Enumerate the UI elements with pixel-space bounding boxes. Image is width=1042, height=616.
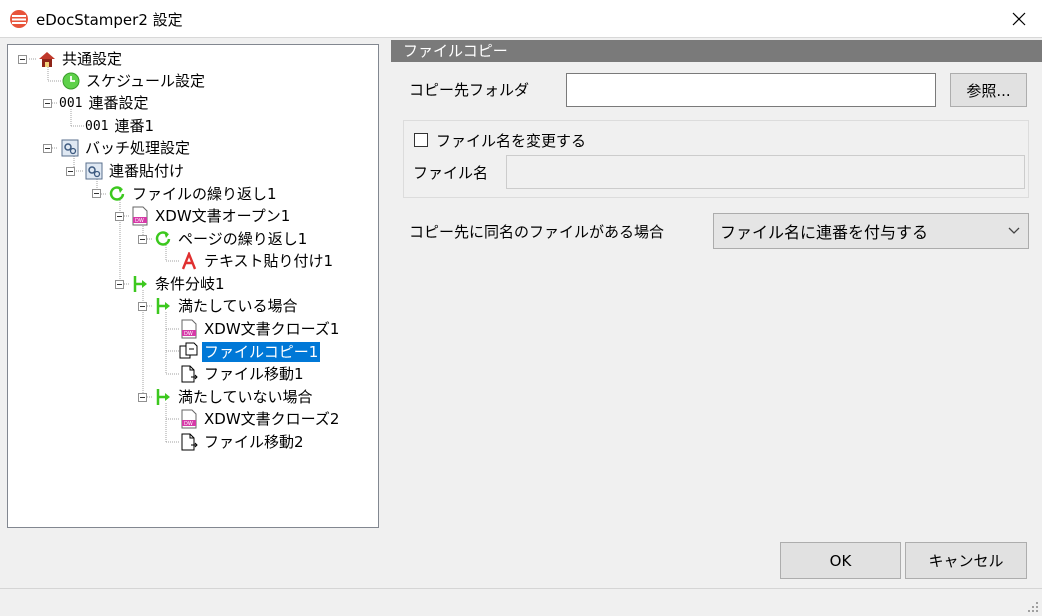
file-move-icon — [179, 364, 199, 384]
conflict-select[interactable]: ファイル名に連番を付与する — [713, 213, 1029, 249]
number-icon: 001 — [59, 95, 83, 111]
tree-item-label: ファイル移動1 — [204, 365, 304, 383]
tree-item-condition-false[interactable]: 満たしていない場合 — [153, 386, 315, 408]
number-icon: 001 — [85, 118, 109, 134]
tree-item-condition-branch[interactable]: 条件分岐1 — [130, 273, 227, 295]
tree-item-label: XDW文書オープン1 — [155, 207, 291, 225]
svg-text:DW: DW — [135, 218, 144, 224]
tree-item-label: 連番貼付け — [109, 162, 185, 180]
file-copy-icon — [179, 342, 199, 362]
tree-item-file-loop[interactable]: ファイルの繰り返し1 — [107, 183, 279, 205]
cancel-button[interactable]: キャンセル — [905, 542, 1027, 579]
panel-header: ファイルコピー — [391, 40, 1042, 62]
loop-icon — [153, 229, 173, 249]
tree-expander[interactable] — [115, 212, 124, 221]
rename-checkbox-label: ファイル名を変更する — [436, 132, 587, 150]
tree-item-label: ファイル移動2 — [204, 433, 304, 451]
tree-item-batch-settings[interactable]: バッチ処理設定 — [60, 137, 192, 159]
tree-expander[interactable] — [138, 235, 147, 244]
tree-item-label: XDW文書クローズ1 — [204, 320, 340, 338]
chevron-down-icon — [1008, 227, 1020, 234]
window-title: eDocStamper2 設定 — [36, 11, 183, 29]
tree-expander[interactable] — [43, 99, 52, 108]
close-button[interactable] — [996, 0, 1042, 37]
tree-item-file-move-1[interactable]: ファイル移動1 — [179, 363, 306, 385]
tree-expander[interactable] — [18, 55, 27, 64]
tree-expander[interactable] — [138, 393, 147, 402]
loop-icon — [107, 184, 127, 204]
xdw-document-icon: DW — [179, 409, 199, 429]
dest-folder-input[interactable] — [566, 73, 936, 107]
status-separator — [0, 588, 1042, 589]
tree-item-label: ファイルコピー1 — [202, 342, 321, 362]
tree-item-label: ページの繰り返し1 — [178, 230, 308, 248]
tree-item-file-copy[interactable]: ファイルコピー1 — [179, 341, 321, 363]
resize-grip-icon[interactable] — [1027, 601, 1039, 613]
batch-icon — [60, 138, 80, 158]
filename-label: ファイル名 — [413, 164, 489, 182]
branch-icon — [130, 274, 150, 294]
tree-item-label: 満たしていない場合 — [178, 388, 313, 406]
browse-button[interactable]: 参照... — [950, 73, 1027, 107]
tree-item-label: スケジュール設定 — [86, 72, 205, 90]
tree-item-xdw-close-1[interactable]: DW XDW文書クローズ1 — [179, 318, 341, 340]
dest-folder-label: コピー先フォルダ — [409, 81, 530, 99]
tree-item-label: 連番設定 — [88, 94, 149, 112]
tree-item-label: バッチ処理設定 — [85, 139, 191, 157]
svg-text:DW: DW — [184, 331, 193, 337]
tree-item-label: 共通設定 — [62, 50, 123, 68]
app-logo-icon — [9, 9, 29, 29]
tree-item-label: 満たしている場合 — [178, 297, 298, 315]
rename-checkbox[interactable] — [414, 133, 428, 147]
tree-item-text-paste[interactable]: テキスト貼り付け1 — [179, 250, 335, 272]
tree-item-page-loop[interactable]: ページの繰り返し1 — [153, 228, 309, 250]
tree-item-xdw-open[interactable]: DW XDW文書オープン1 — [130, 205, 292, 227]
tree-expander[interactable] — [43, 144, 52, 153]
tree-item-label: 条件分岐1 — [155, 275, 225, 293]
tree-item-file-move-2[interactable]: ファイル移動2 — [179, 431, 306, 453]
tree-item-xdw-close-2[interactable]: DW XDW文書クローズ2 — [179, 408, 341, 430]
svg-text:DW: DW — [184, 421, 193, 427]
xdw-document-icon: DW — [179, 319, 199, 339]
branch-icon — [153, 296, 173, 316]
tree-expander[interactable] — [138, 302, 147, 311]
xdw-document-icon: DW — [130, 206, 150, 226]
tree-item-serial-settings[interactable]: 001 連番設定 — [59, 92, 151, 114]
tree-item-label: 連番1 — [114, 117, 155, 135]
tree-item-condition-true[interactable]: 満たしている場合 — [153, 295, 300, 317]
tree-expander[interactable] — [115, 280, 124, 289]
ok-button[interactable]: OK — [780, 542, 901, 579]
house-icon — [37, 49, 57, 69]
tree-item-common-settings[interactable]: 共通設定 — [37, 48, 124, 70]
tree-item-serial-paste[interactable]: 連番貼付け — [84, 160, 186, 182]
tree-item-label: XDW文書クローズ2 — [204, 410, 340, 428]
tree-item-label: ファイルの繰り返し1 — [132, 185, 277, 203]
title-bar: eDocStamper2 設定 — [0, 0, 1042, 38]
conflict-label: コピー先に同名のファイルがある場合 — [409, 223, 665, 241]
branch-icon — [153, 387, 173, 407]
clock-icon — [61, 71, 81, 91]
conflict-select-value: ファイル名に連番を付与する — [720, 223, 929, 242]
tree-item-schedule-settings[interactable]: スケジュール設定 — [61, 70, 207, 92]
settings-tree[interactable]: 共通設定 スケジュール設定 001 連番設定 001 連番1 バッチ処理設定 連… — [7, 44, 379, 528]
tree-expander[interactable] — [66, 167, 75, 176]
file-move-icon — [179, 432, 199, 452]
filename-input[interactable] — [506, 155, 1025, 189]
batch-icon — [84, 161, 104, 181]
tree-item-serial-1[interactable]: 001 連番1 — [85, 115, 156, 137]
tree-item-label: テキスト貼り付け1 — [204, 252, 334, 270]
tree-expander[interactable] — [92, 189, 101, 198]
text-stamp-icon — [179, 251, 199, 271]
close-icon — [1012, 12, 1026, 25]
